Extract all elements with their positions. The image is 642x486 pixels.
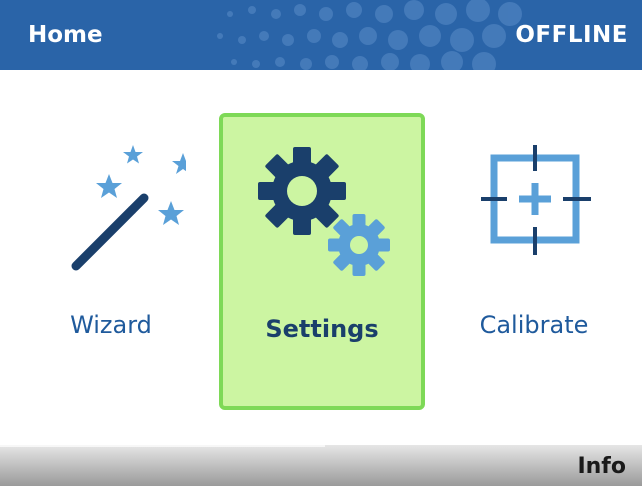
page-title: Home — [28, 22, 103, 48]
info-softkey[interactable]: Info — [577, 445, 626, 486]
header-bar: Home OFFLINE — [0, 0, 642, 70]
connection-status: OFFLINE — [515, 22, 628, 48]
menu-item-label: Calibrate — [479, 311, 589, 339]
menu-item-label: Settings — [265, 315, 379, 343]
menu-item-settings[interactable]: Settings — [219, 113, 425, 410]
crosshair-icon — [431, 133, 637, 283]
magic-wand-icon — [8, 133, 214, 283]
soft-key-divider — [0, 445, 325, 447]
menu-item-wizard[interactable]: Wizard — [8, 113, 214, 410]
home-screen: Home OFFLINE Wizard Settings Calibrate I… — [0, 0, 642, 486]
gears-icon — [223, 129, 421, 279]
soft-key-bar: Info — [0, 445, 642, 486]
menu-item-label: Wizard — [70, 311, 152, 339]
menu-item-calibrate[interactable]: Calibrate — [431, 113, 637, 410]
